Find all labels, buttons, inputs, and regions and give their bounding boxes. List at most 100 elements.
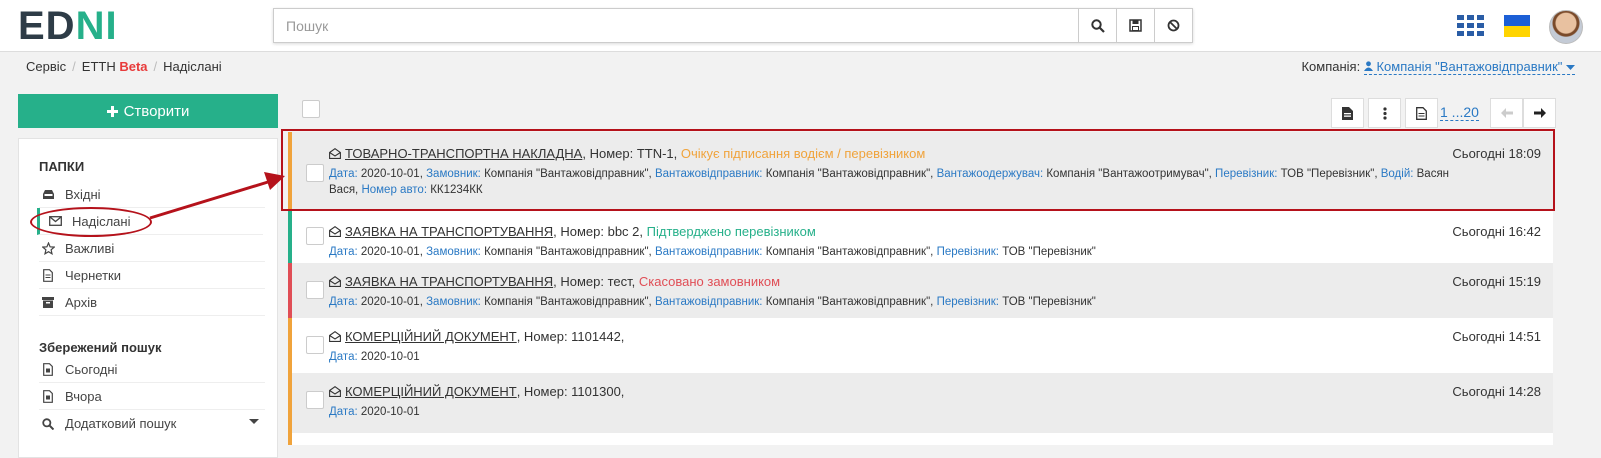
meta-value: 2020-10-01, [360,296,423,308]
doc-title[interactable]: ТОВАРНО-ТРАНСПОРТНА НАКЛАДНА [345,146,582,161]
list-item[interactable]: ЗАЯВКА НА ТРАНСПОРТУВАННЯ, Номер: bbc 2,… [288,210,1553,263]
doc-number: , Номер: 1101442, [516,329,625,344]
doc-headline: КОМЕРЦІЙНИЙ ДОКУМЕНТ, Номер: 1101442, [329,329,624,344]
flag-blue [1504,15,1530,26]
sidebar-item-sent[interactable]: Надіслані [37,208,263,235]
meta-value: Компанія "Вантажовідправник", [484,296,652,308]
save-search-button[interactable] [1116,9,1154,42]
doc-number: , Номер: тест, [553,274,636,289]
meta-label: Дата: [329,351,358,363]
star-icon [39,241,57,255]
sidebar: ПАПКИ Вхідні Надіслані Важливі Чернетки … [18,138,278,458]
sidebar-item-archive[interactable]: Архів [39,289,265,316]
meta-value: Компанія "Вантажовідправник", [484,168,652,180]
logo-accent: N [75,4,106,48]
more-button[interactable] [1368,98,1401,128]
meta-value: ТОВ "Перевізник", [1280,168,1378,180]
sidebar-item-label: Архів [65,294,98,310]
doc-title[interactable]: КОМЕРЦІЙНИЙ ДОКУМЕНТ [345,329,517,344]
sidebar-item-important[interactable]: Важливі [39,235,265,262]
sidebar-item-drafts[interactable]: Чернетки [39,262,265,289]
flag-yellow [1504,26,1530,37]
meta-label: Перевізник: [936,296,999,308]
list-item[interactable] [288,433,1553,445]
search-button[interactable] [1078,9,1116,42]
saved-search-title: Збережений пошук [39,340,162,355]
list-toolbar [1327,98,1438,128]
meta-label: Дата: [329,168,358,180]
meta-value: 2020-10-01 [360,406,420,418]
document-view-button[interactable] [1405,98,1438,128]
row-checkbox[interactable] [306,227,324,245]
meta-value: КК1234КК [430,184,483,196]
meta-value: Компанія "Вантажоотримувач", [1046,168,1212,180]
prev-page-button[interactable] [1490,98,1523,128]
list-item[interactable]: КОМЕРЦІЙНИЙ ДОКУМЕНТ, Номер: 1101442, Да… [288,318,1553,373]
meta-value: 2020-10-01, [360,246,423,258]
doc-title[interactable]: КОМЕРЦІЙНИЙ ДОКУМЕНТ [345,384,517,399]
meta-label: Номер авто: [361,184,428,196]
company-name: Компанія "Вантажовідправник" [1376,59,1563,74]
envelope-open-icon [329,148,341,159]
row-checkbox[interactable] [306,391,324,409]
doc-meta: Дата: 2020-10-01, Замовник: Компанія "Ва… [329,166,1479,198]
saved-search-yesterday[interactable]: Вчора [39,383,265,410]
language-flag-icon[interactable] [1504,15,1530,37]
clear-search-button[interactable] [1154,9,1192,42]
search-input[interactable] [274,9,1078,42]
pagination-range[interactable]: 1 ...20 [1440,104,1479,121]
list-item[interactable]: ЗАЯВКА НА ТРАНСПОРТУВАННЯ, Номер: тест, … [288,263,1553,318]
list-item[interactable]: ТОВАРНО-ТРАНСПОРТНА НАКЛАДНА, Номер: TTN… [288,132,1553,210]
envelope-open-icon [329,276,341,287]
caret-down-icon[interactable] [249,419,259,424]
company-value[interactable]: Компанія "Вантажовідправник" [1363,59,1575,75]
ban-icon [1167,19,1180,32]
saved-search-label: Вчора [65,388,102,404]
top-bar: ED N I [0,0,1601,52]
row-checkbox[interactable] [306,164,324,182]
doc-title[interactable]: ЗАЯВКА НА ТРАНСПОРТУВАННЯ [345,274,553,289]
row-checkbox[interactable] [306,281,324,299]
meta-label: Вантажоодержувач: [936,168,1044,180]
saved-search-today[interactable]: Сьогодні [39,356,265,383]
meta-label: Вантажовідправник: [654,168,763,180]
create-button[interactable]: Створити [18,94,278,128]
sidebar-item-inbox[interactable]: Вхідні [39,181,265,208]
file-icon [1416,106,1427,120]
doc-number: , Номер: TTN-1, [582,146,678,161]
sidebar-item-label: Надіслані [72,213,131,229]
meta-value: 2020-10-01 [360,351,420,363]
company-selector[interactable]: Компанія: Компанія "Вантажовідправник" [1301,59,1575,75]
meta-value: Компанія "Вантажовідправник", [765,296,934,308]
doc-title[interactable]: ЗАЯВКА НА ТРАНСПОРТУВАННЯ [345,224,553,239]
list-item[interactable]: КОМЕРЦІЙНИЙ ДОКУМЕНТ, Номер: 1101300, Да… [288,373,1553,433]
breadcrumb-separator: / [153,59,158,74]
meta-label: Замовник: [426,296,481,308]
doc-headline: ЗАЯВКА НА ТРАНСПОРТУВАННЯ, Номер: тест, … [329,274,780,289]
user-icon [1363,61,1373,71]
breadcrumb-ettn-label: ЕТТН [81,59,116,74]
doc-time: Сьогодні 15:19 [1452,274,1541,289]
edin-logo[interactable]: ED N I [18,4,118,48]
export-button[interactable] [1331,98,1364,128]
row-checkbox[interactable] [306,336,324,354]
apps-button[interactable] [1457,10,1485,42]
arrow-right-icon [1533,108,1546,118]
breadcrumb: Сервіс / ЕТТН Beta / Надіслані [26,59,222,74]
envelope-icon [46,216,64,226]
arrow-left-icon [1500,108,1513,118]
select-all-wrap [302,100,320,118]
meta-label: Дата: [329,246,358,258]
advanced-search[interactable]: Додатковий пошук [39,410,265,437]
doc-headline: ЗАЯВКА НА ТРАНСПОРТУВАННЯ, Номер: bbc 2,… [329,224,816,239]
breadcrumb-service[interactable]: Сервіс [26,59,66,74]
meta-value: ТОВ "Перевізник" [1002,246,1096,258]
breadcrumb-ettn[interactable]: ЕТТН Beta [82,59,148,74]
select-all-checkbox[interactable] [302,100,320,118]
next-page-button[interactable] [1523,98,1556,128]
sidebar-item-label: Важливі [65,240,115,256]
user-avatar[interactable] [1549,10,1583,44]
folders-title: ПАПКИ [39,159,85,174]
doc-meta: Дата: 2020-10-01 [329,349,1479,365]
doc-time: Сьогодні 14:51 [1452,329,1541,344]
